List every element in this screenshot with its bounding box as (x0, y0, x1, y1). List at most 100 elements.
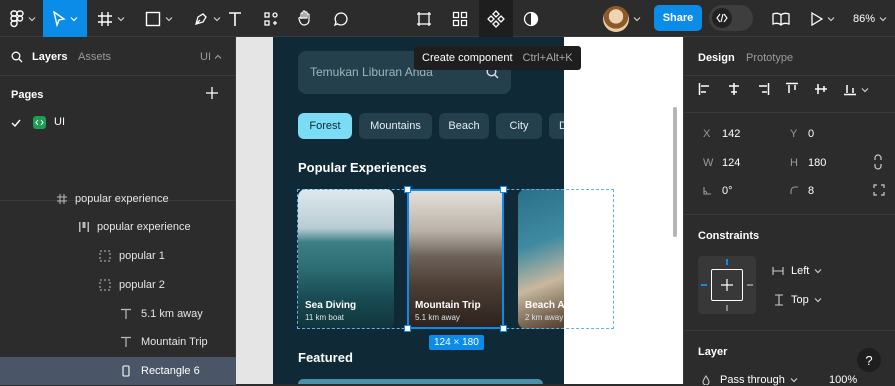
constraints-widget[interactable] (698, 256, 756, 314)
h-label: H (790, 157, 798, 169)
layer-row[interactable]: popular experience (0, 185, 236, 213)
y-field[interactable]: 0 (808, 128, 814, 140)
tab-prototype[interactable]: Prototype (746, 52, 793, 64)
horizontal-constraint-select[interactable]: Left (791, 265, 822, 277)
mask-button[interactable] (518, 0, 544, 37)
featured-card[interactable] (298, 379, 543, 384)
page-item-ui[interactable]: UI (0, 111, 236, 135)
canvas[interactable]: Temukan Liburan Anda Forest Mountains Be… (236, 37, 683, 384)
frame-tool-button[interactable] (88, 0, 134, 37)
text-tool-button[interactable] (222, 0, 248, 37)
chevron-down-icon (814, 269, 822, 274)
alignment-row (698, 82, 888, 98)
blend-mode-select[interactable]: Pass through (720, 374, 798, 386)
resize-handle[interactable] (500, 186, 507, 193)
shape-tool-button[interactable] (136, 0, 182, 37)
frame-icon (98, 11, 112, 26)
divider (0, 75, 236, 76)
chip-forest[interactable]: Forest (298, 113, 352, 139)
move-tool-button[interactable] (43, 0, 87, 37)
library-button[interactable] (768, 0, 794, 37)
share-button[interactable]: Share (654, 5, 702, 31)
create-component-button[interactable] (479, 0, 513, 37)
constraint-bottom-line (726, 305, 728, 311)
avatar-button[interactable] (600, 0, 644, 37)
book-icon (772, 12, 790, 26)
selection-box[interactable] (407, 189, 504, 329)
page-selector[interactable]: UI (200, 51, 222, 63)
resize-handle[interactable] (404, 325, 411, 332)
corner-radius-field[interactable]: 8 (808, 185, 814, 197)
independent-corners-icon[interactable] (873, 184, 885, 196)
layer-row[interactable]: popular 1 (0, 242, 236, 270)
blend-mode-value: Pass through (720, 374, 785, 386)
frame-icon (57, 194, 67, 204)
chip-more[interactable]: D (549, 113, 564, 139)
play-icon (811, 11, 823, 26)
chevron-down-icon[interactable] (861, 86, 869, 94)
canvas-scrollbar[interactable] (673, 107, 677, 237)
align-center-h-icon[interactable] (727, 82, 741, 96)
h-field[interactable]: 180 (808, 157, 826, 169)
resources-button[interactable] (258, 0, 284, 37)
horizontal-constraint-icon (772, 267, 784, 275)
component-icon (487, 9, 505, 28)
constraints-title: Constraints (698, 230, 760, 242)
chevron-down-icon (213, 16, 221, 21)
pages-title: Pages (11, 89, 44, 101)
dev-mode-toggle[interactable] (709, 5, 753, 31)
add-page-button[interactable] (205, 86, 221, 102)
zoom-menu[interactable]: 86% (848, 0, 892, 37)
align-center-v-icon[interactable] (814, 82, 828, 96)
layer-row[interactable]: popular 2 (0, 271, 236, 299)
figma-logo-icon (10, 9, 24, 27)
tab-assets[interactable]: Assets (78, 51, 111, 63)
auto-layout-icon (79, 222, 89, 232)
page-selector-label: UI (200, 51, 211, 63)
resize-handle[interactable] (404, 186, 411, 193)
divider (684, 330, 895, 331)
rectangle-icon (145, 11, 161, 26)
chip-mountains[interactable]: Mountains (359, 113, 432, 139)
align-right-icon[interactable] (756, 82, 770, 96)
section-title-popular: Popular Experiences (298, 160, 427, 175)
rectangle-icon (122, 365, 130, 377)
align-bottom-icon[interactable] (843, 82, 857, 96)
hand-tool-button[interactable] (292, 0, 318, 37)
comment-tool-button[interactable] (328, 0, 354, 37)
help-button[interactable]: ? (857, 348, 881, 372)
dashed-frame-icon (99, 279, 111, 291)
search-icon[interactable] (11, 51, 23, 63)
w-label: W (703, 157, 714, 169)
present-button[interactable] (806, 0, 840, 37)
resize-handle[interactable] (500, 325, 507, 332)
main-menu-button[interactable] (4, 0, 42, 37)
x-field[interactable]: 142 (722, 128, 740, 140)
constrain-proportions-icon[interactable] (873, 154, 883, 170)
crop-button[interactable] (410, 0, 438, 37)
chip-beach[interactable]: Beach (439, 113, 489, 139)
layer-name: popular 2 (119, 279, 165, 291)
plus-icon (721, 279, 733, 291)
divider (684, 214, 895, 215)
rotation-field[interactable]: 0° (722, 185, 733, 197)
layer-name: popular experience (75, 193, 169, 205)
tab-layers[interactable]: Layers (32, 51, 67, 63)
layer-row-selected[interactable]: Rectangle 6 (0, 357, 236, 385)
layer-row[interactable]: Mountain Trip (0, 328, 236, 356)
grid-button[interactable] (446, 0, 474, 37)
layer-row[interactable]: 5.1 km away (0, 300, 236, 328)
tab-design[interactable]: Design (698, 52, 735, 64)
w-field[interactable]: 124 (722, 157, 740, 169)
vertical-constraint-icon (775, 294, 783, 306)
chip-city[interactable]: City (496, 113, 542, 139)
align-left-icon[interactable] (698, 82, 712, 96)
layer-row[interactable]: popular experience (0, 213, 236, 241)
align-top-icon[interactable] (785, 82, 799, 96)
opacity-field[interactable]: 100% (829, 374, 857, 386)
divider (684, 112, 895, 113)
tooltip-shortcut: Ctrl+Alt+K (522, 52, 573, 64)
constraint-left-line (701, 284, 707, 286)
contrast-icon (523, 11, 539, 26)
vertical-constraint-select[interactable]: Top (791, 294, 822, 306)
